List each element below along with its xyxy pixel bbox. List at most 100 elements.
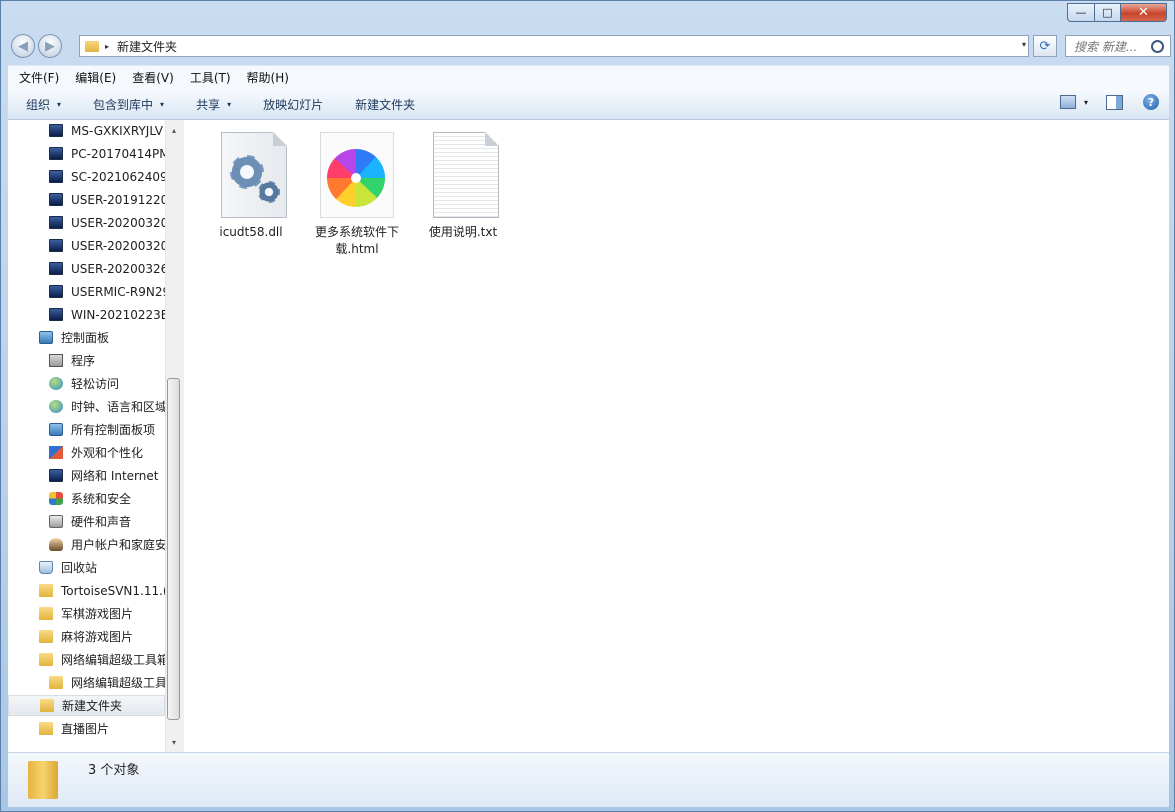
- search-box[interactable]: 搜索 新建...: [1065, 35, 1171, 57]
- nav-item-control-panel[interactable]: 控制面板: [8, 327, 165, 348]
- breadcrumb-current-folder[interactable]: 新建文件夹: [117, 38, 177, 55]
- file-item[interactable]: 使用说明.txt: [418, 130, 508, 241]
- nav-item-label: WIN-20210223E: [71, 307, 165, 322]
- include-in-library-button[interactable]: 包含到库中 ▾: [93, 96, 164, 113]
- file-item[interactable]: 更多系统软件下载.html: [312, 130, 402, 258]
- control-panel-icon: [49, 423, 63, 436]
- nav-item-folder[interactable]: 军棋游戏图片: [8, 603, 165, 624]
- paint-icon: [49, 446, 63, 459]
- network-icon: [49, 469, 63, 482]
- nav-item-computer[interactable]: SC-2021062409 1: [8, 166, 165, 187]
- nav-item-computer[interactable]: USER-20200320(: [8, 235, 165, 256]
- browser-logo-icon: [327, 149, 385, 207]
- breadcrumb-arrow-icon[interactable]: ▸: [105, 42, 109, 51]
- search-input[interactable]: 搜索 新建...: [1074, 38, 1151, 55]
- navigation-pane: MS-GXKIXRYJLV PC-20170414PM SC-202106240…: [8, 120, 165, 752]
- menu-view[interactable]: 查看(V): [132, 69, 174, 86]
- nav-item-network-internet[interactable]: 网络和 Internet: [8, 465, 165, 486]
- html-file-icon: [312, 130, 402, 220]
- change-view-icon[interactable]: [1059, 95, 1076, 109]
- computer-icon: [49, 147, 63, 160]
- minimize-button[interactable]: —: [1067, 3, 1095, 22]
- nav-item-computer[interactable]: MS-GXKIXRYJLV: [8, 120, 165, 141]
- nav-item-programs[interactable]: 程序: [8, 350, 165, 371]
- preview-pane-icon[interactable]: [1106, 94, 1123, 110]
- nav-item-computer[interactable]: USER-20191220I: [8, 189, 165, 210]
- share-label: 共享: [196, 97, 221, 112]
- menu-edit[interactable]: 编辑(E): [75, 69, 116, 86]
- scroll-up-button[interactable]: ▴: [166, 122, 182, 138]
- view-options-dropdown[interactable]: ▾: [1084, 98, 1088, 107]
- include-in-library-label: 包含到库中: [93, 97, 154, 112]
- computer-icon: [49, 124, 63, 137]
- menu-bar: 文件(F) 编辑(E) 查看(V) 工具(T) 帮助(H): [8, 65, 1169, 89]
- nav-item-label: 轻松访问: [71, 377, 120, 391]
- file-name: 使用说明.txt: [428, 225, 498, 239]
- nav-item-folder[interactable]: 直播图片: [8, 718, 165, 739]
- maximize-button[interactable]: □: [1094, 3, 1121, 22]
- nav-item-folder[interactable]: TortoiseSVN1.11.(: [8, 580, 165, 601]
- menu-tools[interactable]: 工具(T): [190, 69, 231, 86]
- nav-item-folder-selected[interactable]: 新建文件夹: [8, 695, 165, 716]
- content-area: MS-GXKIXRYJLV PC-20170414PM SC-202106240…: [8, 120, 1169, 752]
- nav-item-clock-language-region[interactable]: 时钟、语言和区域: [8, 396, 165, 417]
- address-history-dropdown[interactable]: ▾: [1022, 40, 1026, 49]
- nav-item-ease-of-access[interactable]: 轻松访问: [8, 373, 165, 394]
- navigation-pane-scrollbar[interactable]: ▴ ▾: [165, 120, 182, 752]
- scroll-down-button[interactable]: ▾: [166, 734, 182, 750]
- nav-item-label: 程序: [71, 354, 96, 368]
- text-file-icon: [418, 130, 508, 220]
- computer-icon: [49, 308, 63, 321]
- chevron-down-icon: ▾: [160, 99, 165, 109]
- nav-item-label: 直播图片: [61, 722, 110, 736]
- nav-item-label: 军棋游戏图片: [61, 607, 134, 621]
- nav-item-folder[interactable]: 网络编辑超级工具箱: [8, 649, 165, 670]
- share-button[interactable]: 共享 ▾: [196, 96, 231, 113]
- nav-item-label: 麻将游戏图片: [61, 630, 134, 644]
- nav-item-folder[interactable]: 网络编辑超级工具: [8, 672, 165, 693]
- nav-item-label: TortoiseSVN1.11.(: [61, 583, 165, 598]
- menu-help[interactable]: 帮助(H): [247, 69, 289, 86]
- nav-item-hardware-sound[interactable]: 硬件和声音: [8, 511, 165, 532]
- file-list: icudt58.dll 更多系统软件下载.html 使用说明.txt: [184, 120, 1169, 752]
- programs-icon: [49, 354, 63, 367]
- nav-item-computer[interactable]: USER-20200326\: [8, 258, 165, 279]
- menu-file[interactable]: 文件(F): [19, 69, 59, 86]
- close-button[interactable]: ✕: [1120, 3, 1167, 22]
- details-pane: 3 个对象: [8, 752, 1169, 807]
- document-page: [221, 132, 287, 218]
- new-folder-button[interactable]: 新建文件夹: [355, 96, 415, 113]
- nav-item-label: 所有控制面板项: [71, 423, 156, 437]
- back-button[interactable]: ◀: [11, 34, 35, 58]
- slideshow-button[interactable]: 放映幻灯片: [263, 96, 323, 113]
- nav-item-computer[interactable]: WIN-20210223E: [8, 304, 165, 325]
- control-panel-icon: [39, 331, 53, 344]
- file-item[interactable]: icudt58.dll: [206, 130, 296, 241]
- folder-icon: [39, 630, 53, 643]
- address-bar[interactable]: ▸ 新建文件夹 ▾: [79, 35, 1029, 57]
- nav-item-all-control-panel[interactable]: 所有控制面板项: [8, 419, 165, 440]
- nav-item-label: 网络和 Internet: [71, 469, 159, 483]
- folder-icon: [39, 653, 53, 666]
- nav-item-user-accounts[interactable]: 用户帐户和家庭安: [8, 534, 165, 555]
- nav-item-label: 回收站: [61, 561, 98, 575]
- scrollbar-thumb[interactable]: [167, 378, 180, 720]
- folder-icon: [39, 607, 53, 620]
- nav-item-label: 外观和个性化: [71, 446, 144, 460]
- computer-icon: [49, 262, 63, 275]
- forward-button[interactable]: ▶: [38, 34, 62, 58]
- help-icon[interactable]: ?: [1143, 94, 1159, 110]
- nav-item-computer[interactable]: USERMIC-R9N29: [8, 281, 165, 302]
- file-name: icudt58.dll: [219, 225, 283, 239]
- nav-item-recycle-bin[interactable]: 回收站: [8, 557, 165, 578]
- nav-item-appearance[interactable]: 外观和个性化: [8, 442, 165, 463]
- nav-item-folder[interactable]: 麻将游戏图片: [8, 626, 165, 647]
- nav-item-computer[interactable]: USER-20200320.: [8, 212, 165, 233]
- nav-item-system-security[interactable]: 系统和安全: [8, 488, 165, 509]
- nav-item-computer[interactable]: PC-20170414PM: [8, 143, 165, 164]
- organize-button[interactable]: 组织 ▾: [26, 96, 61, 113]
- recycle-bin-icon: [39, 561, 53, 574]
- gear-icon: [258, 181, 280, 203]
- refresh-button[interactable]: ⟳: [1033, 35, 1057, 57]
- new-folder-label: 新建文件夹: [355, 97, 416, 112]
